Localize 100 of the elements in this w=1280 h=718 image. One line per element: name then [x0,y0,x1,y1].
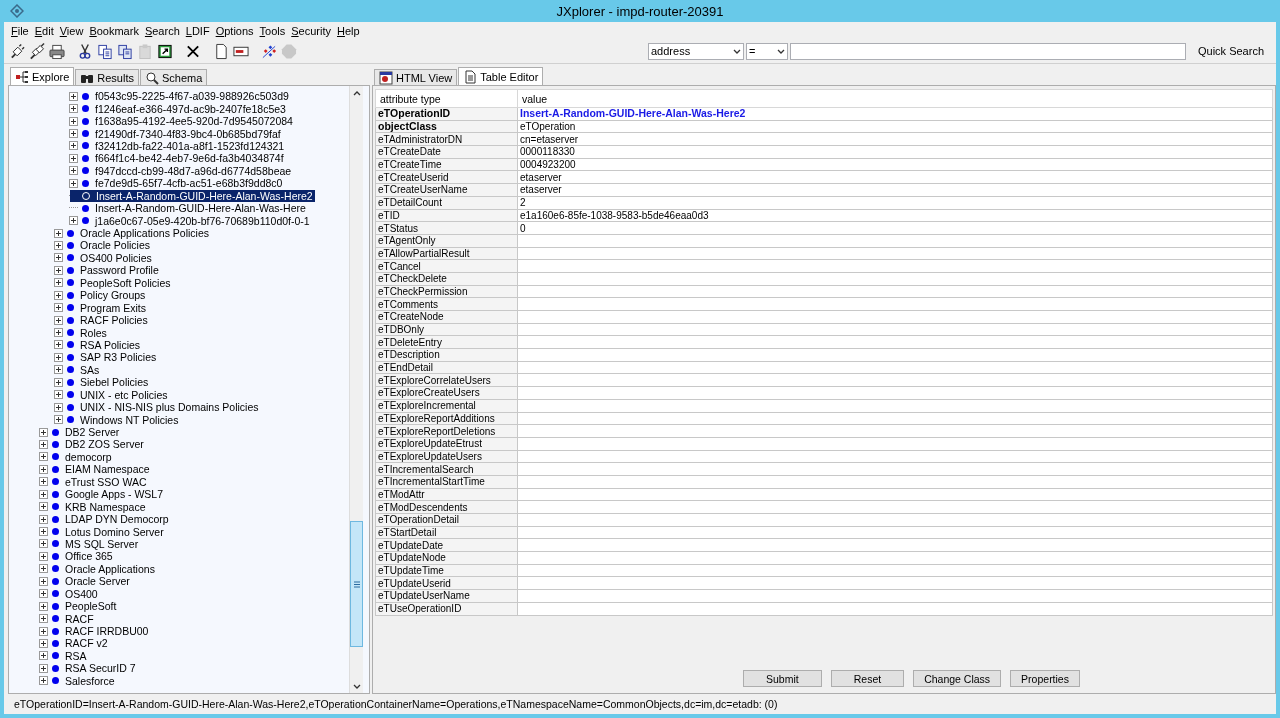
expand-icon[interactable] [69,216,78,226]
menu-item[interactable]: Options [212,24,257,37]
menu-item[interactable]: Tools [256,24,289,37]
action-button[interactable]: Change Class [913,670,1002,687]
expand-icon[interactable] [39,464,48,474]
tree-item[interactable]: RSA SecurID 7 [65,662,136,675]
expand-icon[interactable] [54,278,63,288]
tree-item[interactable]: SAP R3 Policies [80,351,157,364]
expand-icon[interactable] [39,514,48,524]
tree-item[interactable]: f0543c95-2225-4f67-a039-988926c503d9 [95,90,289,103]
tab[interactable]: Explore [10,67,75,85]
tab[interactable]: Schema [140,69,208,85]
expand-icon[interactable] [54,377,63,387]
expand-icon[interactable] [54,290,63,300]
attribute-value[interactable]: 0 [517,221,1273,235]
expand-icon[interactable] [54,340,63,350]
copy-icon[interactable] [97,42,113,60]
attribute-dropdown[interactable]: address [648,42,744,60]
menu-item[interactable]: View [56,24,87,37]
expand-icon[interactable] [69,141,78,151]
attribute-value[interactable]: 0004923200 [517,158,1273,171]
tree-item[interactable]: MS SQL Server [65,537,139,550]
selected-tree-item[interactable]: Insert-A-Random-GUID-Here-Alan-Was-Here2 [70,189,315,202]
expand-icon[interactable] [69,116,78,126]
menu-item[interactable]: LDIF [182,24,213,37]
plug-icon[interactable] [29,42,45,60]
action-button[interactable]: Properties [1010,670,1080,687]
tree-item[interactable]: UNIX - etc Policies [80,388,168,401]
tree-item[interactable]: eTrust SSO WAC [65,475,147,488]
tree-item[interactable]: UNIX - NIS-NIS plus Domains Policies [80,401,259,414]
tree-item[interactable]: KRB Namespace [65,500,146,513]
tree-item[interactable]: fe7de9d5-65f7-4cfb-ac51-e68b3f9dd8c0 [95,177,283,190]
plug-icon[interactable] [9,42,25,60]
tree-item[interactable]: Insert-A-Random-GUID-Here-Alan-Was-Here [95,202,306,215]
attribute-value[interactable]: cn=etaserver [517,132,1273,146]
tab[interactable]: Results [75,69,139,85]
tree-item[interactable]: RACF v2 [65,637,108,650]
expand-icon[interactable] [39,601,48,611]
search-field[interactable] [790,42,1186,60]
expand-icon[interactable] [54,415,63,425]
tab[interactable]: HTML View [374,69,458,85]
expand-icon[interactable] [54,352,63,362]
diamonds-icon[interactable] [261,42,277,60]
tree-item[interactable]: Office 365 [65,550,113,563]
expand-icon[interactable] [54,315,63,325]
tree-item[interactable]: Oracle Server [65,575,130,588]
expand-icon[interactable] [39,626,48,636]
menu-item[interactable]: File [8,24,32,37]
expand-icon[interactable] [54,228,63,238]
menu-item[interactable]: Bookmark [86,24,142,37]
tree-item[interactable]: Oracle Policies [80,239,151,252]
copy-icon[interactable] [117,42,133,60]
expand-icon[interactable] [39,651,48,661]
menu-item[interactable]: Search [141,24,183,37]
tree-item[interactable]: DB2 ZOS Server [65,438,144,451]
tree-item[interactable]: RACF IRRDBU00 [65,625,149,638]
expand-icon[interactable] [54,402,63,412]
menu-item[interactable]: Edit [31,24,57,37]
tree-item[interactable]: RACF Policies [80,314,148,327]
expand-icon[interactable] [69,178,78,188]
tab[interactable]: Table Editor [458,67,544,85]
printer-icon[interactable] [49,42,65,60]
tree-item[interactable]: PeopleSoft [65,600,117,613]
tree-item[interactable]: Google Apps - WSL7 [65,488,164,501]
tree-item[interactable]: j1a6e0c67-05e9-420b-bf76-70689b110d0f-0-1 [95,214,310,227]
tree-item[interactable]: Password Profile [80,264,159,277]
tree-item[interactable]: EIAM Namespace [65,463,150,476]
tree-item[interactable]: Oracle Applications Policies [80,227,209,240]
expand-icon[interactable] [39,527,48,537]
tree-item[interactable]: LDAP DYN Democorp [65,513,169,526]
expand-icon[interactable] [39,551,48,561]
expand-icon[interactable] [54,253,63,263]
expand-icon[interactable] [39,638,48,648]
tree-item[interactable]: Salesforce [65,674,115,687]
expand-icon[interactable] [39,589,48,599]
action-button[interactable]: Reset [830,670,905,687]
expand-icon[interactable] [39,539,48,549]
expand-icon[interactable] [39,663,48,673]
tree-item[interactable]: SAs [80,363,100,376]
scissors-icon[interactable] [77,42,93,60]
tree-item[interactable]: f1246eaf-e366-497d-ac9b-2407fe18c5e3 [95,102,286,115]
tree-item[interactable]: OS400 [65,587,98,600]
expand-icon[interactable] [54,328,63,338]
tree-item[interactable]: f21490df-7340-4f83-9bc4-0b685bd79faf [95,127,281,140]
quick-search-button[interactable]: Quick Search [1191,42,1270,60]
tree-item[interactable]: democorp [65,450,112,463]
tree-item[interactable]: OS400 Policies [80,251,152,264]
tree-item[interactable]: Roles [80,326,107,339]
expand-icon[interactable] [54,390,63,400]
tree-item[interactable]: RSA [65,649,87,662]
expand-icon[interactable] [39,576,48,586]
expand-icon[interactable] [39,676,48,686]
tree-item[interactable]: Windows NT Policies [80,413,179,426]
tree-item[interactable]: RSA Policies [80,338,141,351]
tree-item[interactable]: f32412db-fa22-401a-a8f1-1523fd124321 [95,139,285,152]
tree-item[interactable]: PeopleSoft Policies [80,276,171,289]
tree-item[interactable]: DB2 Server [65,426,120,439]
expand-icon[interactable] [69,166,78,176]
arrow-box-icon[interactable] [157,42,173,60]
expand-icon[interactable] [39,614,48,624]
